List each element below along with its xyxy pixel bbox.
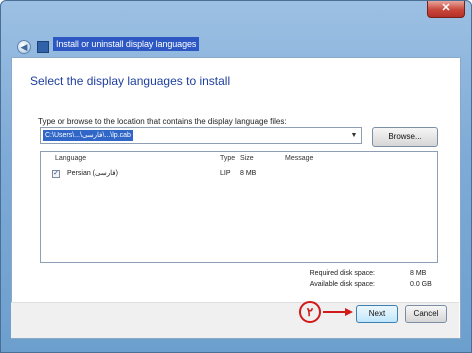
language-type: LIP: [220, 170, 231, 177]
close-icon: ✕: [441, 2, 451, 14]
column-header-size[interactable]: Size: [240, 152, 254, 166]
title-bar: ◀ Install or uninstall display languages…: [1, 1, 471, 54]
step-marker: ۲: [299, 301, 321, 323]
column-header-type[interactable]: Type: [220, 152, 235, 166]
column-header-message[interactable]: Message: [285, 152, 313, 166]
title-icons: ◀: [17, 40, 49, 54]
language-name: Persian (فارسی): [67, 170, 118, 177]
page-heading: Select the display languages to install: [30, 74, 231, 88]
list-header: Language Type Size Message: [41, 152, 437, 166]
close-button[interactable]: ✕: [427, 1, 465, 18]
path-input[interactable]: C:\Users\...\فارسی\...\lp.cab: [43, 130, 133, 141]
language-size: 8 MB: [240, 170, 257, 177]
available-space-value: 0.0 GB: [410, 281, 432, 288]
required-space-value: 8 MB: [410, 270, 427, 277]
required-space-label: Required disk space:: [309, 270, 375, 277]
path-combo-box[interactable]: C:\Users\...\فارسی\...\lp.cab ▼: [40, 127, 362, 144]
cancel-button[interactable]: Cancel: [405, 305, 447, 323]
browse-button[interactable]: Browse...: [372, 127, 438, 147]
back-arrow-icon[interactable]: ◀: [17, 40, 31, 54]
chevron-down-icon[interactable]: ▼: [347, 128, 361, 143]
list-item[interactable]: ✓ Persian (فارسی) LIP 8 MB: [41, 168, 437, 180]
path-label: Type or browse to the location that cont…: [38, 117, 287, 126]
available-space-label: Available disk space:: [309, 281, 375, 288]
language-checkbox[interactable]: ✓: [52, 170, 60, 178]
language-list: Language Type Size Message ✓ Persian (فا…: [40, 151, 438, 263]
window-title: Install or uninstall display languages: [53, 37, 200, 51]
language-icon: [37, 41, 49, 53]
column-header-language[interactable]: Language: [55, 152, 86, 166]
next-button[interactable]: Next: [356, 305, 398, 323]
arrow-right-icon: [323, 308, 353, 316]
